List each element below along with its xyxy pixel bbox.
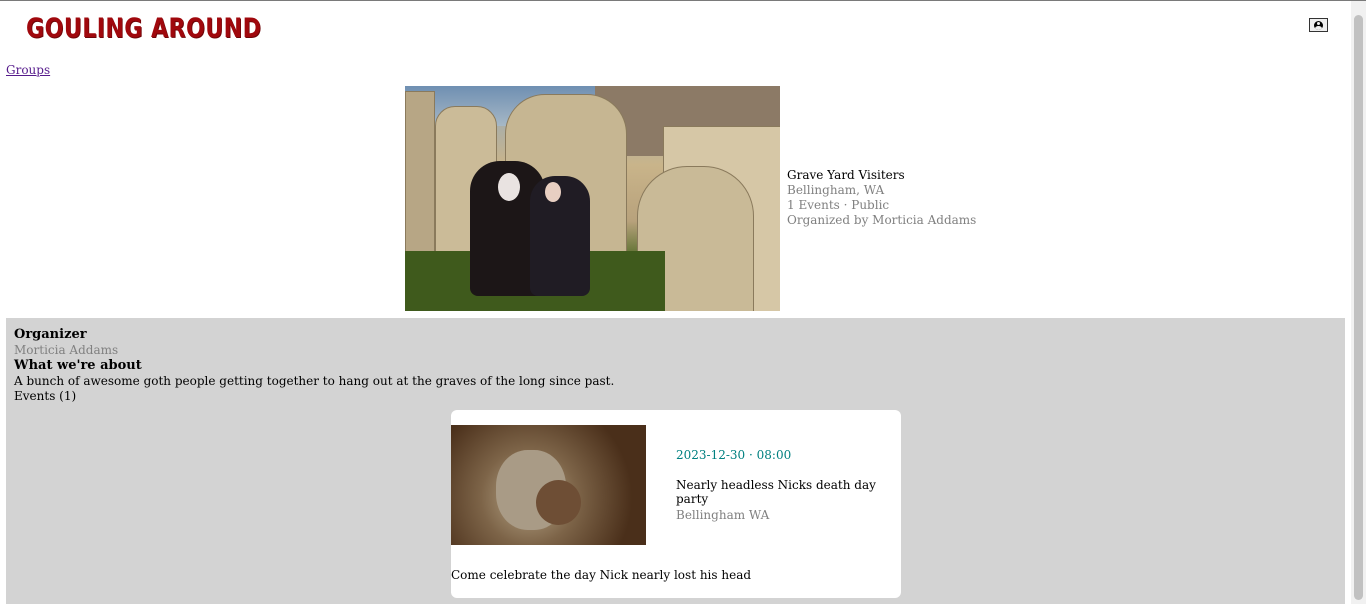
events-heading: Events (1) — [14, 389, 77, 403]
organizer-heading: Organizer — [14, 327, 87, 342]
group-organizer-line: Organized by Morticia Addams — [787, 213, 977, 227]
user-circle-icon — [1314, 20, 1323, 30]
scrollbar-thumb[interactable] — [1354, 15, 1363, 600]
profile-menu-button[interactable] — [1309, 18, 1328, 32]
organizer-name: Morticia Addams — [14, 343, 119, 357]
about-text: A bunch of awesome goth people getting t… — [14, 374, 615, 388]
group-details-panel: Organizer Morticia Addams What we're abo… — [6, 318, 1345, 604]
site-logo[interactable]: GOULING AROUND — [26, 13, 261, 44]
event-image — [451, 425, 646, 545]
vertical-scrollbar[interactable] — [1351, 1, 1366, 604]
event-title: Nearly headless Nicks death day party — [676, 478, 876, 506]
event-description: Come celebrate the day Nick nearly lost … — [451, 568, 752, 582]
groups-breadcrumb-link[interactable]: Groups — [6, 63, 50, 77]
page: GOULING AROUND Groups Grave Yard Visiter… — [0, 1, 1351, 604]
group-meta: 1 Events · Public — [787, 198, 890, 212]
event-card[interactable]: 2023-12-30 · 08:00 Nearly headless Nicks… — [451, 410, 901, 598]
group-info: Grave Yard Visiters Bellingham, WA 1 Eve… — [787, 168, 976, 228]
event-datetime: 2023-12-30 · 08:00 — [676, 448, 792, 462]
group-name: Grave Yard Visiters — [787, 168, 905, 182]
group-location: Bellingham, WA — [787, 183, 885, 197]
group-cover-image — [405, 86, 780, 311]
about-heading: What we're about — [14, 358, 142, 373]
event-location: Bellingham WA — [676, 508, 770, 522]
